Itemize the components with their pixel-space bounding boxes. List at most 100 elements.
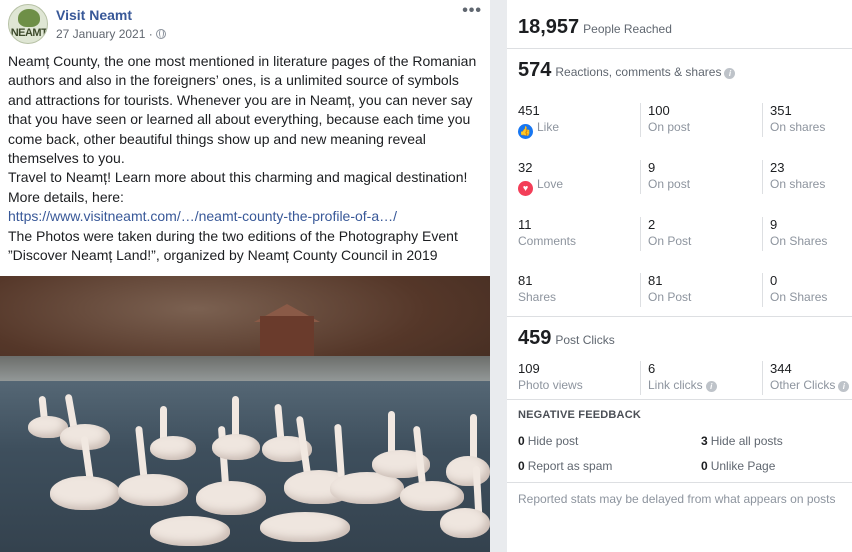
post-text-line: and attractions for tourists. Whenever y…	[8, 91, 473, 108]
hide-post-count: 0	[518, 434, 525, 448]
swan	[446, 456, 490, 486]
swan	[400, 481, 464, 511]
on-shares-label: On shares	[770, 177, 826, 191]
people-reached-label: People Reached	[583, 22, 672, 36]
other-clicks-cell: 344 Other Clicks i	[762, 361, 850, 395]
hide-post-stat: 0 Hide post	[518, 434, 578, 448]
clicks-row: 109 Photo views 6 Link clicks i 344 Other…	[507, 361, 852, 411]
logo-leaf-icon	[18, 9, 40, 27]
insights-panel: 18,957 People Reached 574 Reactions, comme…	[507, 0, 852, 552]
likes-total-cell: 451 👍 Like	[518, 103, 560, 139]
page-avatar[interactable]: NEAMT	[8, 4, 48, 44]
photo-views-label: Photo views	[518, 378, 583, 392]
hide-all-posts-stat: 3 Hide all posts	[701, 434, 783, 448]
unlike-page-label: Unlike Page	[710, 459, 776, 473]
hide-post-label: Hide post	[527, 434, 579, 448]
comments-label: Comments	[518, 234, 577, 248]
photo-views: 109	[518, 361, 540, 376]
on-post-label: On Post	[648, 290, 692, 304]
loves-on-shares: 23	[770, 160, 785, 175]
likes-on-shares-cell: 351 On shares	[762, 103, 825, 137]
clicks-section: 459 Post Clicks 109 Photo views 6 Link cl…	[507, 317, 852, 400]
post-text-line: authors and also in the foreigners’ ones…	[8, 72, 459, 89]
post-card: NEAMT Visit Neamt 27 January 2021 · ••• …	[0, 0, 490, 552]
swan	[50, 476, 120, 510]
people-reached: 18,957 People Reached	[518, 16, 672, 39]
post-text-line: that you have seen or learned all about …	[8, 111, 471, 128]
other-clicks-label: Other Clicks	[770, 378, 836, 392]
post-date[interactable]: 27 January 2021 ·	[56, 27, 166, 41]
likes-total: 451	[518, 103, 540, 118]
other-clicks: 344	[770, 361, 792, 376]
on-post-label: On post	[648, 177, 691, 191]
swan	[150, 436, 196, 460]
post-text-line: More details, here:	[8, 188, 124, 205]
link-clicks: 6	[648, 361, 656, 376]
shares-total-cell: 81 Shares	[518, 273, 556, 307]
comments-on-post: 2	[648, 217, 656, 232]
swan	[150, 516, 230, 546]
hide-all-count: 3	[701, 434, 708, 448]
comments-row: 11 Comments 2 On Post 9 On Shares	[507, 217, 852, 267]
on-shares-label: On Shares	[770, 234, 828, 248]
post-text-line: ”Discover Neamț Land!”, organized by Nea…	[8, 247, 438, 264]
post-link[interactable]: https://www.visitneamt.com/…/neamt-count…	[8, 207, 484, 226]
swan	[260, 512, 350, 542]
post-date-text: 27 January 2021 ·	[56, 27, 153, 41]
post-text-line: themselves to you.	[8, 150, 125, 167]
photo-views-cell: 109 Photo views	[518, 361, 583, 395]
unlike-page-stat: 0 Unlike Page	[701, 459, 775, 473]
shares-on-shares-cell: 0 On Shares	[762, 273, 827, 307]
on-post-label: On post	[648, 120, 691, 134]
link-clicks-cell: 6 Link clicks i	[640, 361, 717, 395]
loves-total: 32	[518, 160, 533, 175]
post-photo-swans[interactable]	[0, 276, 490, 552]
swan	[196, 481, 266, 515]
shares-label: Shares	[518, 290, 557, 304]
post-text: Neamț County, the one most mentioned in …	[8, 52, 484, 265]
engagement-section: 574 Reactions, comments & shares i 451 👍 Li…	[507, 49, 852, 317]
info-icon[interactable]: i	[838, 381, 850, 392]
swan	[212, 434, 260, 460]
reach-section: 18,957 People Reached	[507, 0, 852, 49]
unlike-page-count: 0	[701, 459, 708, 473]
comments-total: 11	[518, 217, 532, 232]
negative-feedback-title: NEGATIVE FEEDBACK	[518, 409, 641, 421]
stats-delay-note: Reported stats may be delayed from what …	[518, 492, 836, 506]
loves-on-post-cell: 9 On post	[640, 160, 690, 194]
comments-on-shares: 9	[770, 217, 778, 232]
hide-all-label: Hide all posts	[710, 434, 783, 448]
likes-on-post-cell: 100 On post	[640, 103, 690, 137]
shares-row: 81 Shares 81 On Post 0 On Shares	[507, 273, 852, 323]
page-name-link[interactable]: Visit Neamt	[56, 7, 132, 23]
post-text-line: Travel to Neamț! Learn more about this c…	[8, 169, 468, 186]
report-spam-count: 0	[518, 459, 525, 473]
loves-on-post: 9	[648, 160, 656, 175]
comments-on-shares-cell: 9 On Shares	[762, 217, 827, 251]
on-shares-label: On shares	[770, 120, 826, 134]
on-post-label: On Post	[648, 234, 692, 248]
like-icon: 👍	[518, 124, 533, 139]
swan	[118, 474, 188, 506]
info-icon[interactable]: i	[724, 68, 736, 79]
on-shares-label: On Shares	[770, 290, 828, 304]
engagement-value: 574	[518, 59, 552, 81]
swan	[440, 508, 490, 538]
shares-on-post: 81	[648, 273, 663, 288]
post-header: NEAMT Visit Neamt 27 January 2021 · •••	[8, 2, 486, 46]
post-clicks: 459 Post Clicks	[518, 327, 615, 350]
link-clicks-label: Link clicks	[648, 378, 703, 392]
avatar-logo-text: NEAMT	[10, 27, 48, 39]
info-icon[interactable]: i	[705, 381, 717, 392]
globe-icon	[155, 29, 166, 39]
likes-label: Like	[537, 120, 560, 134]
people-reached-value: 18,957	[518, 16, 580, 38]
shares-total: 81	[518, 273, 533, 288]
post-clicks-value: 459	[518, 327, 552, 349]
shares-on-shares: 0	[770, 273, 778, 288]
post-text-line: The Photos were taken during the two edi…	[8, 227, 458, 244]
more-options-icon[interactable]: •••	[462, 2, 482, 20]
divider	[507, 482, 852, 483]
report-spam-label: Report as spam	[527, 459, 613, 473]
engagement-label: Reactions, comments & shares	[555, 65, 722, 79]
